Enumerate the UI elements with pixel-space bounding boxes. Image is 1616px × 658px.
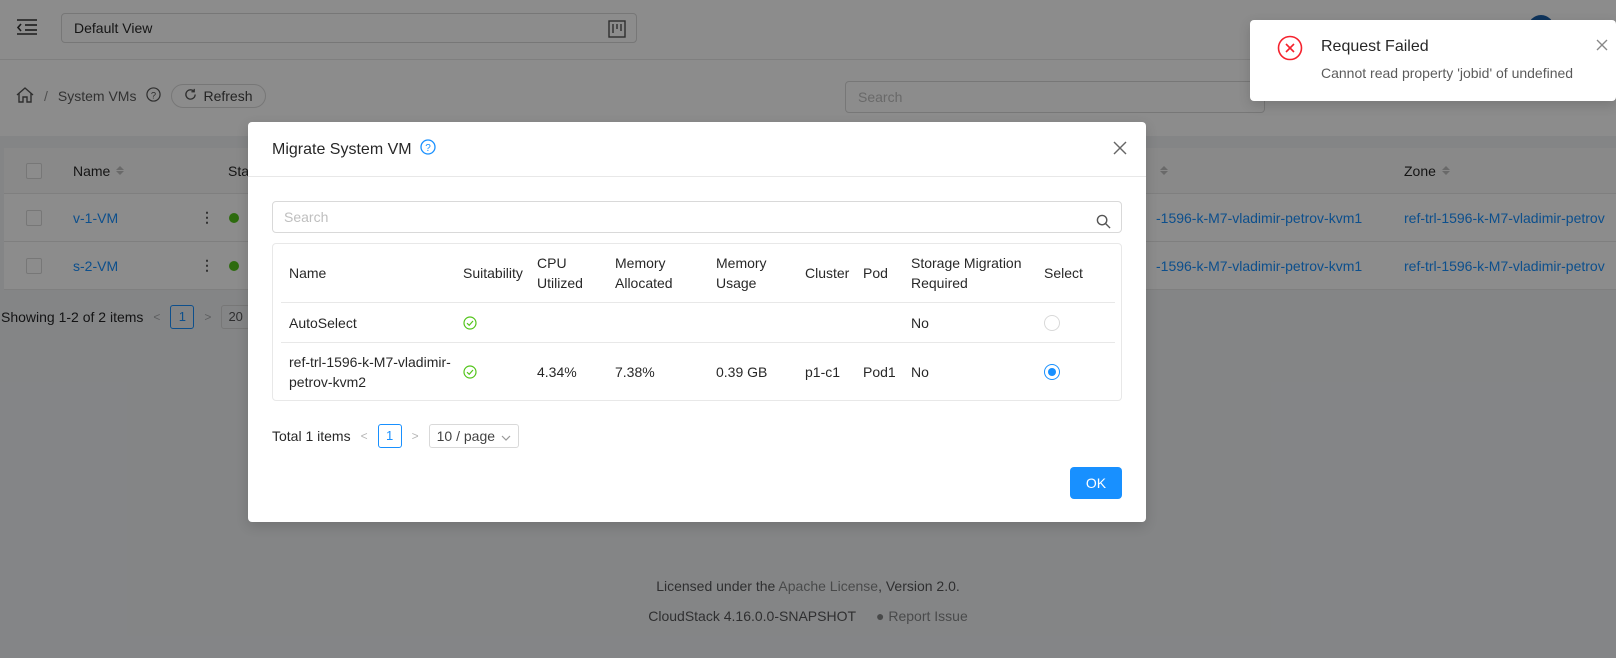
- ok-button[interactable]: OK: [1070, 467, 1122, 499]
- svg-text:?: ?: [425, 143, 431, 154]
- question-circle-icon[interactable]: ?: [419, 139, 436, 160]
- modal-header: Migrate System VM ?: [248, 122, 1146, 177]
- search-icon[interactable]: [1096, 209, 1111, 239]
- storage-migration-value: No: [911, 314, 929, 331]
- host-name: AutoSelect: [289, 314, 357, 331]
- column-header-memory-usage: Memory Usage: [716, 255, 767, 291]
- modal-title: Migrate System VM ?: [272, 139, 436, 160]
- page-1-button[interactable]: 1: [377, 424, 402, 448]
- storage-migration-value: No: [911, 363, 929, 380]
- close-icon[interactable]: [1112, 140, 1130, 158]
- error-notification: Request Failed Cannot read property 'job…: [1250, 20, 1616, 101]
- column-header-cluster: Cluster: [805, 265, 850, 281]
- notification-description: Cannot read property 'jobid' of undefine…: [1321, 65, 1574, 81]
- modal-pagination: Total 1 items < 1 > 10 / page: [272, 424, 520, 448]
- notification-title: Request Failed: [1321, 38, 1429, 55]
- memory-usage-value: 0.39 GB: [716, 363, 768, 380]
- column-header-name: Name: [289, 265, 327, 281]
- column-header-suitability: Suitability: [463, 265, 523, 281]
- check-circle-icon: [463, 303, 477, 342]
- check-circle-icon: [463, 343, 477, 400]
- memory-allocated-value: 7.38%: [615, 363, 655, 380]
- host-search-input[interactable]: Search: [272, 201, 1122, 233]
- column-header-memory-allocated: Memory Allocated: [615, 255, 673, 291]
- column-header-pod: Pod: [863, 265, 888, 281]
- table-row: AutoSelect No: [281, 303, 1115, 343]
- close-circle-icon: [1277, 35, 1303, 64]
- column-header-storage-migration: Storage Migration Required: [911, 255, 1022, 291]
- select-radio[interactable]: [1044, 314, 1060, 331]
- next-page-icon[interactable]: >: [412, 429, 419, 443]
- table-row: ref-trl-1596-k-M7-vladimir-petrov-kvm2 4…: [281, 343, 1115, 400]
- select-radio[interactable]: [1044, 363, 1060, 380]
- cpu-utilized-value: 4.34%: [537, 363, 577, 380]
- prev-page-icon[interactable]: <: [361, 429, 368, 443]
- table-header-row: Name Suitability CPU Utilized Memory Alloc…: [281, 244, 1115, 303]
- page-size-select[interactable]: 10 / page: [428, 424, 520, 448]
- cluster-value: p1-c1: [805, 363, 841, 380]
- host-name: ref-trl-1596-k-M7-vladimir-petrov-kvm2: [289, 353, 451, 390]
- chevron-down-icon: [501, 425, 511, 447]
- migrate-system-vm-dialog: Migrate System VM ? Search Name Suitabil…: [248, 122, 1146, 522]
- pod-value: Pod1: [863, 363, 896, 380]
- column-header-select: Select: [1044, 265, 1083, 281]
- column-header-cpu: CPU Utilized: [537, 255, 583, 291]
- host-table: Name Suitability CPU Utilized Memory Alloc…: [272, 243, 1122, 401]
- pagination-total: Total 1 items: [272, 428, 351, 444]
- close-icon[interactable]: [1596, 38, 1608, 54]
